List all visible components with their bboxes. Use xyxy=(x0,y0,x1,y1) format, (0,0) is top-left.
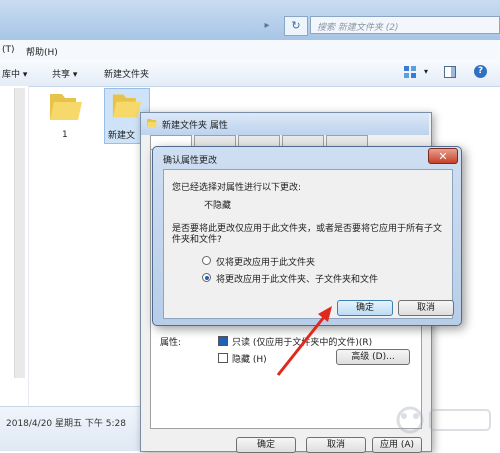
file-label: 新建文 xyxy=(108,131,136,141)
view-dropdown-chevron-icon[interactable]: ▾ xyxy=(424,67,428,76)
forward-arrow-icon[interactable]: ▸ xyxy=(260,19,274,33)
dialog-title: 确认属性更改 xyxy=(163,156,218,166)
search-placeholder: 搜索 新建文件夹 (2) xyxy=(317,23,399,33)
change-summary-text: 您已经选择对属性进行以下更改: xyxy=(172,183,302,193)
view-options-icon[interactable] xyxy=(404,66,416,78)
readonly-checkbox[interactable] xyxy=(218,336,228,346)
properties-title: 新建文件夹 属性 xyxy=(162,121,228,131)
apply-scope-question: 是否要将此更改仅应用于此文件夹，或者是否要将它应用于所有子文件夹和文件? xyxy=(172,224,443,245)
new-folder-button[interactable]: 新建文件夹 xyxy=(104,67,149,80)
file-label: 1 xyxy=(62,130,68,140)
refresh-icon[interactable]: ↻ xyxy=(284,16,308,36)
menu-bar: (T) 帮助(H) xyxy=(0,40,500,61)
advanced-button[interactable]: 高级 (D)... xyxy=(336,349,410,365)
apply-folder-only-radio[interactable] xyxy=(202,256,211,265)
menu-item-help[interactable]: 帮助(H) xyxy=(26,45,58,58)
apply-all-subfolders-radio[interactable] xyxy=(202,273,211,282)
modified-date-text: 2018/4/20 星期五 下午 5:28 xyxy=(6,419,126,429)
share-button[interactable]: 共享 ▾ xyxy=(52,67,77,80)
watermark-logo-icon xyxy=(396,406,491,434)
apply-all-subfolders-label[interactable]: 将更改应用于此文件夹、子文件夹和文件 xyxy=(216,272,378,285)
close-icon[interactable]: ✕ xyxy=(428,148,458,164)
search-input[interactable]: 搜索 新建文件夹 (2) xyxy=(310,16,500,34)
help-icon[interactable]: ? xyxy=(474,65,487,78)
folder-icon[interactable] xyxy=(46,90,86,124)
annotation-arrow-icon xyxy=(276,306,332,376)
preview-pane-icon[interactable] xyxy=(444,66,456,78)
change-detail-text: 不隐藏 xyxy=(204,201,232,211)
hidden-checkbox[interactable] xyxy=(218,353,228,363)
menu-item-tools[interactable]: (T) xyxy=(2,45,15,55)
include-in-library-button[interactable]: 库中 ▾ xyxy=(2,67,27,80)
dialog-cancel-button[interactable]: 取消 xyxy=(398,300,454,316)
properties-cancel-button[interactable]: 取消 xyxy=(306,437,366,453)
attributes-label: 属性: xyxy=(160,338,182,348)
properties-ok-button[interactable]: 确定 xyxy=(236,437,296,453)
dialog-ok-button[interactable]: 确定 xyxy=(337,300,393,316)
folder-icon xyxy=(147,119,157,127)
apply-folder-only-label[interactable]: 仅将更改应用于此文件夹 xyxy=(216,255,315,268)
navigation-scrollbar[interactable] xyxy=(14,88,25,378)
